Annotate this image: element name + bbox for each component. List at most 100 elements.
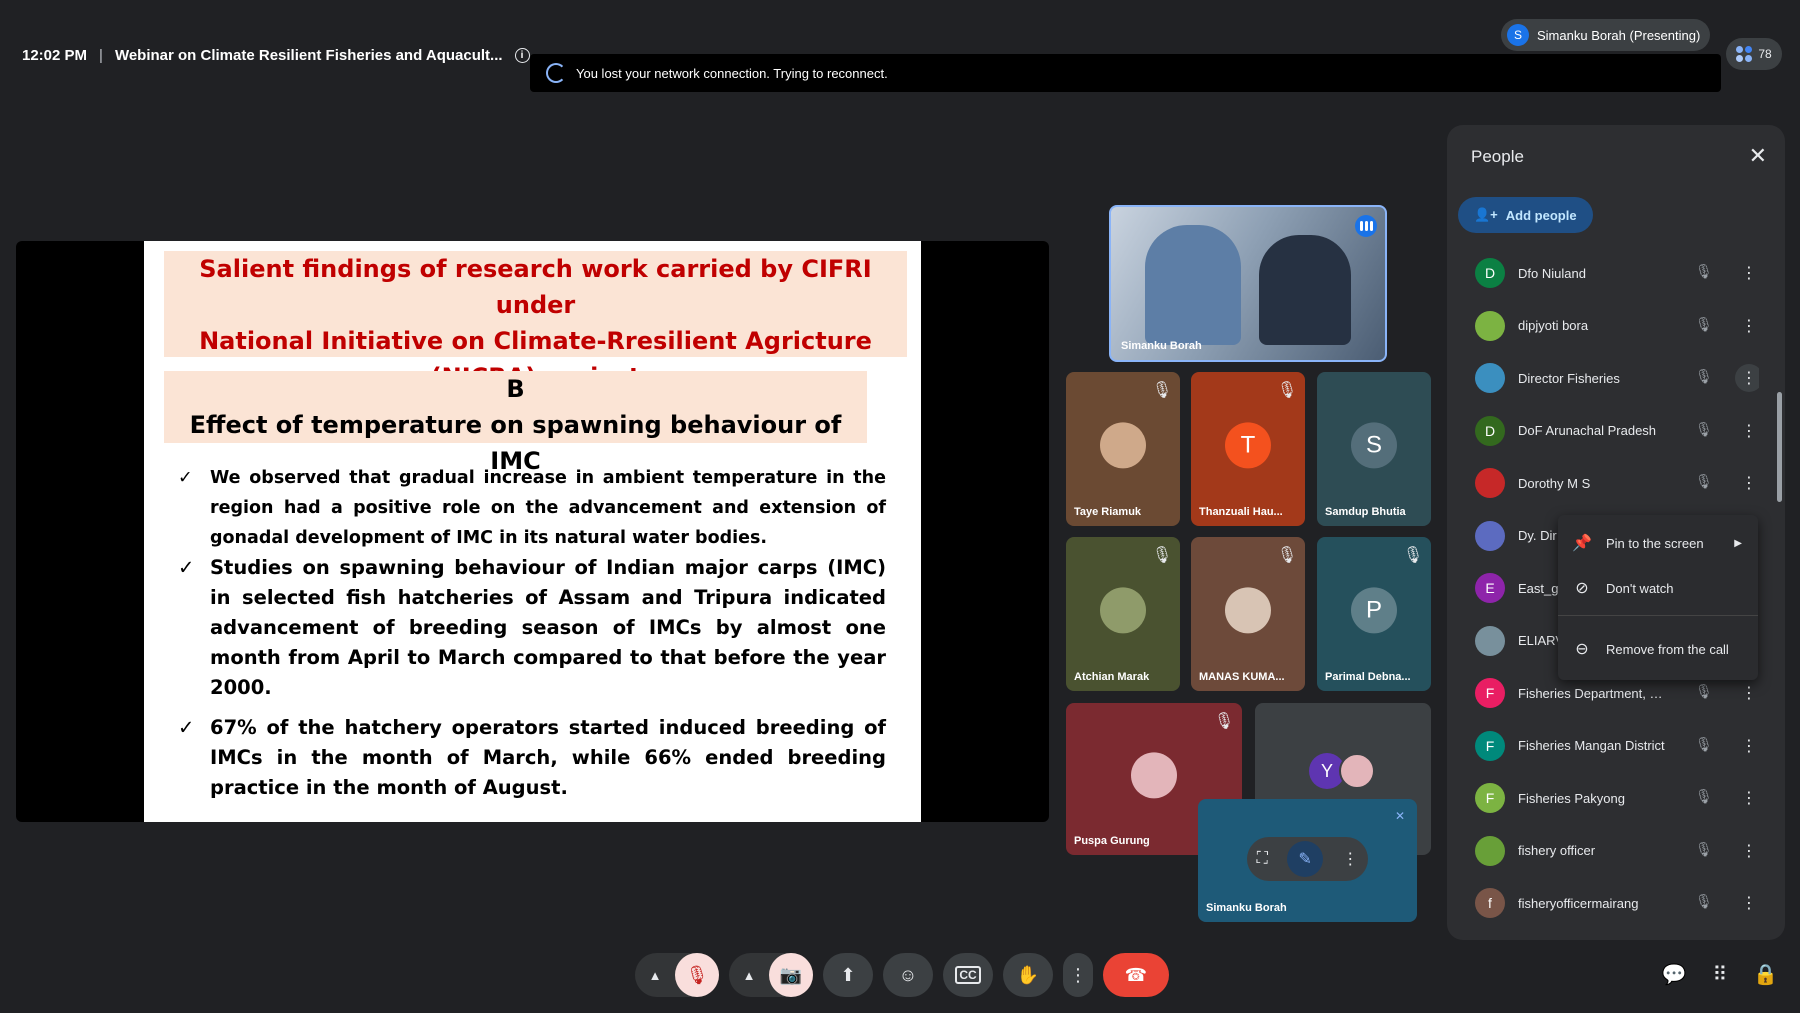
end-call-icon: ☎ xyxy=(1124,964,1148,985)
tile-name: Atchian Marak xyxy=(1074,671,1150,683)
participant-name: DoF Arunachal Pradesh xyxy=(1518,423,1657,439)
participant-row[interactable]: Dorothy M S 🎙 ⋮ xyxy=(1459,457,1759,510)
more-vert-icon[interactable]: ⋮ xyxy=(1735,364,1759,392)
participant-tile[interactable]: S Samdup Bhutia xyxy=(1317,372,1431,526)
people-panel-title: People xyxy=(1471,147,1524,166)
presenting-chip[interactable]: S Simanku Borah (Presenting) xyxy=(1501,19,1711,51)
participant-row[interactable]: Director Fisheries 🎙 ⋮ xyxy=(1459,352,1759,405)
more-vert-icon[interactable]: ⋮ xyxy=(1735,889,1759,917)
mic-off-icon: 🎙 xyxy=(1695,263,1713,279)
call-controls: ▲ 🎙 ▲ 📷 ⬆ ☺ CC ✋ ⋮ ☎ xyxy=(635,953,1169,997)
tile-name: Parimal Debna... xyxy=(1325,671,1411,683)
participant-tile[interactable]: P 🎙 Parimal Debna... xyxy=(1317,537,1431,691)
emoji-icon: ☺ xyxy=(898,964,918,985)
participant-name: fisheryofficermairang xyxy=(1518,895,1639,911)
camera-options-chevron-icon[interactable]: ▲ xyxy=(729,953,769,997)
tile-name: Simanku Borah xyxy=(1206,902,1287,914)
participant-name: Fisheries Pakyong xyxy=(1518,790,1625,806)
menu-item-pin[interactable]: 📌 Pin to the screen ▶ xyxy=(1558,523,1758,563)
more-vert-icon[interactable]: ⋮ xyxy=(1735,784,1759,812)
participant-avatar: f xyxy=(1475,888,1505,919)
visual-effects-icon[interactable]: ✎ xyxy=(1287,841,1324,877)
more-vert-icon[interactable]: ⋮ xyxy=(1735,417,1759,445)
more-options-button[interactable]: ⋮ xyxy=(1063,953,1093,997)
participant-context-menu: 📌 Pin to the screen ▶ ⊘ Don't watch ⊖ Re… xyxy=(1558,515,1758,680)
remove-circle-icon: ⊖ xyxy=(1575,641,1589,658)
more-vert-icon: ⋮ xyxy=(1069,964,1087,985)
participant-name: Fisheries Mangan District xyxy=(1518,738,1665,754)
host-controls-icon[interactable]: 🔒 xyxy=(1753,962,1778,987)
meeting-info-icon[interactable]: i xyxy=(514,47,530,63)
mic-off-icon: ✕ xyxy=(1394,809,1405,823)
people-list-scrollbar[interactable] xyxy=(1777,392,1782,502)
speaker-video-tile[interactable]: Simanku Borah xyxy=(1109,205,1387,362)
mic-off-icon: 🎙 xyxy=(1695,840,1713,857)
participant-row[interactable]: D DoF Arunachal Pradesh 🎙 ⋮ xyxy=(1459,405,1759,458)
mic-off-icon: 🎙 xyxy=(1151,382,1173,399)
participant-row[interactable]: dipjyoti bora 🎙 ⋮ xyxy=(1459,300,1759,353)
participant-row[interactable]: F Fisheries Pakyong 🎙 ⋮ xyxy=(1459,772,1759,825)
slide-bullet-text: We observed that gradual increase in amb… xyxy=(210,468,886,548)
participant-name: Dorothy M S xyxy=(1518,475,1591,491)
mic-off-icon: 🎙 xyxy=(1695,368,1713,384)
camera-control-group: ▲ 📷 xyxy=(729,953,813,997)
menu-item-dont-watch[interactable]: ⊘ Don't watch xyxy=(1558,568,1758,608)
participant-name: dipjyoti bora xyxy=(1518,318,1589,334)
add-person-icon: 👤+ xyxy=(1474,207,1498,222)
self-view-tile[interactable]: ✕ ⛶ ✎ ⋮ Simanku Borah xyxy=(1198,799,1417,922)
participant-row[interactable]: D Dfo Niuland 🎙 ⋮ xyxy=(1459,247,1759,300)
participant-row[interactable]: fishery officer 🎙 ⋮ xyxy=(1459,825,1759,878)
apps-icon[interactable]: ⠿ xyxy=(1712,962,1727,987)
more-vert-icon[interactable]: ⋮ xyxy=(1735,679,1759,707)
menu-item-remove[interactable]: ⊖ Remove from the call xyxy=(1558,629,1758,669)
others-avatar-photo xyxy=(1339,753,1375,789)
more-vert-icon[interactable]: ⋮ xyxy=(1735,837,1759,865)
participant-tile[interactable]: T 🎙 Thanzuali Hau... xyxy=(1191,372,1305,526)
slide-title-line: National Initiative on Climate-Rresilien… xyxy=(199,327,872,355)
more-vert-icon[interactable]: ⋮ xyxy=(1735,312,1759,340)
mic-options-chevron-icon[interactable]: ▲ xyxy=(635,953,675,997)
more-vert-icon[interactable]: ⋮ xyxy=(1735,259,1759,287)
participant-tile[interactable]: 🎙 MANAS KUMA... xyxy=(1191,537,1305,691)
reconnect-spinner-icon xyxy=(546,63,566,83)
tile-name: Simanku Borah xyxy=(1121,340,1202,352)
slide-section-header: B Effect of temperature on spawning beha… xyxy=(164,371,867,475)
frame-icon[interactable]: ⛶ xyxy=(1257,850,1268,868)
self-view-controls: ⛶ ✎ ⋮ xyxy=(1247,837,1368,881)
camera-off-button[interactable]: 📷 xyxy=(769,953,813,997)
more-vert-icon[interactable]: ⋮ xyxy=(1735,732,1759,760)
captions-button[interactable]: CC xyxy=(943,953,993,997)
participant-row[interactable]: f fisheryofficermairang 🎙 ⋮ xyxy=(1459,877,1759,930)
mic-off-icon: 🎙 xyxy=(1695,420,1713,437)
leave-call-button[interactable]: ☎ xyxy=(1103,953,1169,997)
mic-off-button[interactable]: 🎙 xyxy=(675,953,719,997)
present-button[interactable]: ⬆ xyxy=(823,953,873,997)
more-vert-icon[interactable]: ⋮ xyxy=(1735,469,1759,497)
mic-off-icon: 🎙 xyxy=(1276,382,1298,399)
participant-name: Director Fisheries xyxy=(1518,370,1620,386)
check-icon: ✓ xyxy=(178,556,195,579)
meeting-title: Webinar on Climate Resilient Fisheries a… xyxy=(114,46,503,64)
participant-tile[interactable]: 🎙 Atchian Marak xyxy=(1066,537,1180,691)
participant-tile[interactable]: 🎙 Taye Riamuk xyxy=(1066,372,1180,526)
chat-icon[interactable]: 💬 xyxy=(1662,962,1687,987)
tile-name: Puspa Gurung xyxy=(1074,835,1150,847)
participant-avatar: D xyxy=(1475,258,1505,289)
close-icon[interactable]: ✕ xyxy=(1749,143,1767,169)
more-vert-icon[interactable]: ⋮ xyxy=(1342,849,1358,869)
raise-hand-button[interactable]: ✋ xyxy=(1003,953,1053,997)
tile-name: Thanzuali Hau... xyxy=(1199,506,1283,518)
participants-button[interactable]: 78 xyxy=(1726,38,1782,70)
video-person xyxy=(1145,225,1241,345)
network-lost-banner: You lost your network connection. Trying… xyxy=(530,54,1721,92)
meeting-header: 12:02 PM | Webinar on Climate Resilient … xyxy=(22,44,530,66)
chevron-right-icon: ▶ xyxy=(1734,537,1742,549)
slide-bullet-list: ✓ We observed that gradual increase in am… xyxy=(178,463,886,803)
mic-off-icon: 🎙 xyxy=(685,964,709,985)
present-icon: ⬆ xyxy=(840,964,856,985)
add-people-label: Add people xyxy=(1505,207,1577,223)
emoji-button[interactable]: ☺ xyxy=(883,953,933,997)
camera-off-icon: 📷 xyxy=(779,964,803,985)
add-people-button[interactable]: 👤+ Add people xyxy=(1458,197,1593,233)
participant-row[interactable]: F Fisheries Mangan District 🎙 ⋮ xyxy=(1459,720,1759,773)
